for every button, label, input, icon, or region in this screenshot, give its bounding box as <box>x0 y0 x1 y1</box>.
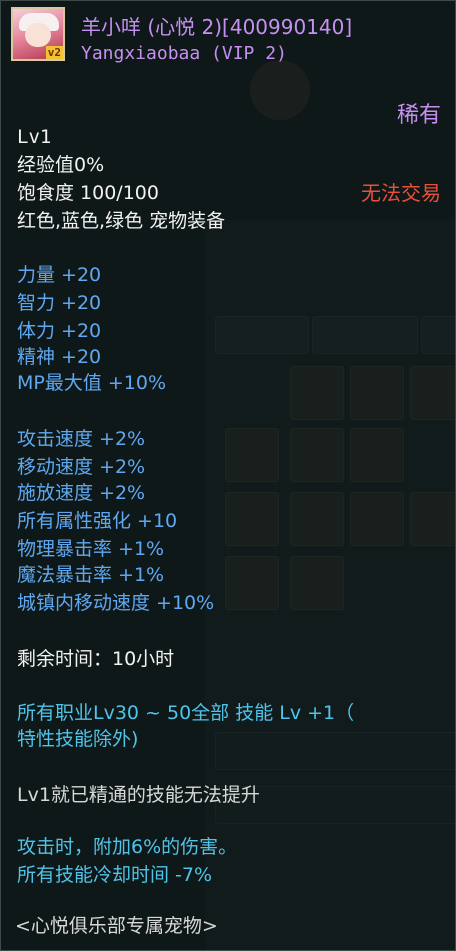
stat-line: 力量 +20 <box>17 264 102 286</box>
pet-avatar: v2 <box>11 7 65 61</box>
item-tooltip: v2 羊小咩 (心悦 2)[400990140] Yangxiaobaa (VI… <box>0 0 456 951</box>
stat-line: 体力 +20 <box>17 320 102 342</box>
speed-line: 施放速度 +2% <box>17 482 146 504</box>
rarity-label: 稀有 <box>396 103 441 128</box>
vip-badge: v2 <box>45 46 63 59</box>
stat-line: MP最大值 +10% <box>17 372 167 394</box>
trade-status: 无法交易 <box>361 181 441 205</box>
speed-line: 所有属性强化 +10 <box>17 510 178 532</box>
stat-line: 智力 +20 <box>17 292 102 314</box>
pet-face <box>25 23 51 47</box>
stat-line: 精神 +20 <box>17 346 102 368</box>
pet-satiety: 饱食度 100/100 <box>17 182 159 204</box>
remaining-time: 剩余时间：10小时 <box>17 648 175 670</box>
skill-note: Lv1就已精通的技能无法提升 <box>17 784 260 806</box>
skill-bonus-line2: 特性技能除外) <box>17 728 139 750</box>
pet-category: 红色,蓝色,绿色 宠物装备 <box>17 210 226 232</box>
pet-exp: 经验值0% <box>17 154 105 176</box>
item-subtitle: Yangxiaobaa (VIP 2) <box>81 43 287 64</box>
item-title: 羊小咩 (心悦 2)[400990140] <box>81 15 353 39</box>
speed-line: 魔法暴击率 +1% <box>17 564 165 586</box>
effect-line: 所有技能冷却时间 -7% <box>17 864 213 886</box>
speed-line: 移动速度 +2% <box>17 456 146 478</box>
effect-line: 攻击时，附加6%的伤害。 <box>17 836 238 858</box>
speed-line: 城镇内移动速度 +10% <box>17 592 215 614</box>
pet-level: Lv1 <box>17 126 52 148</box>
tooltip-footer: <心悦俱乐部专属宠物> <box>15 915 218 937</box>
speed-line: 攻击速度 +2% <box>17 428 146 450</box>
speed-line: 物理暴击率 +1% <box>17 538 165 560</box>
skill-bonus-line1: 所有职业Lv30 ~ 50全部 技能 Lv +1（ <box>17 702 355 724</box>
